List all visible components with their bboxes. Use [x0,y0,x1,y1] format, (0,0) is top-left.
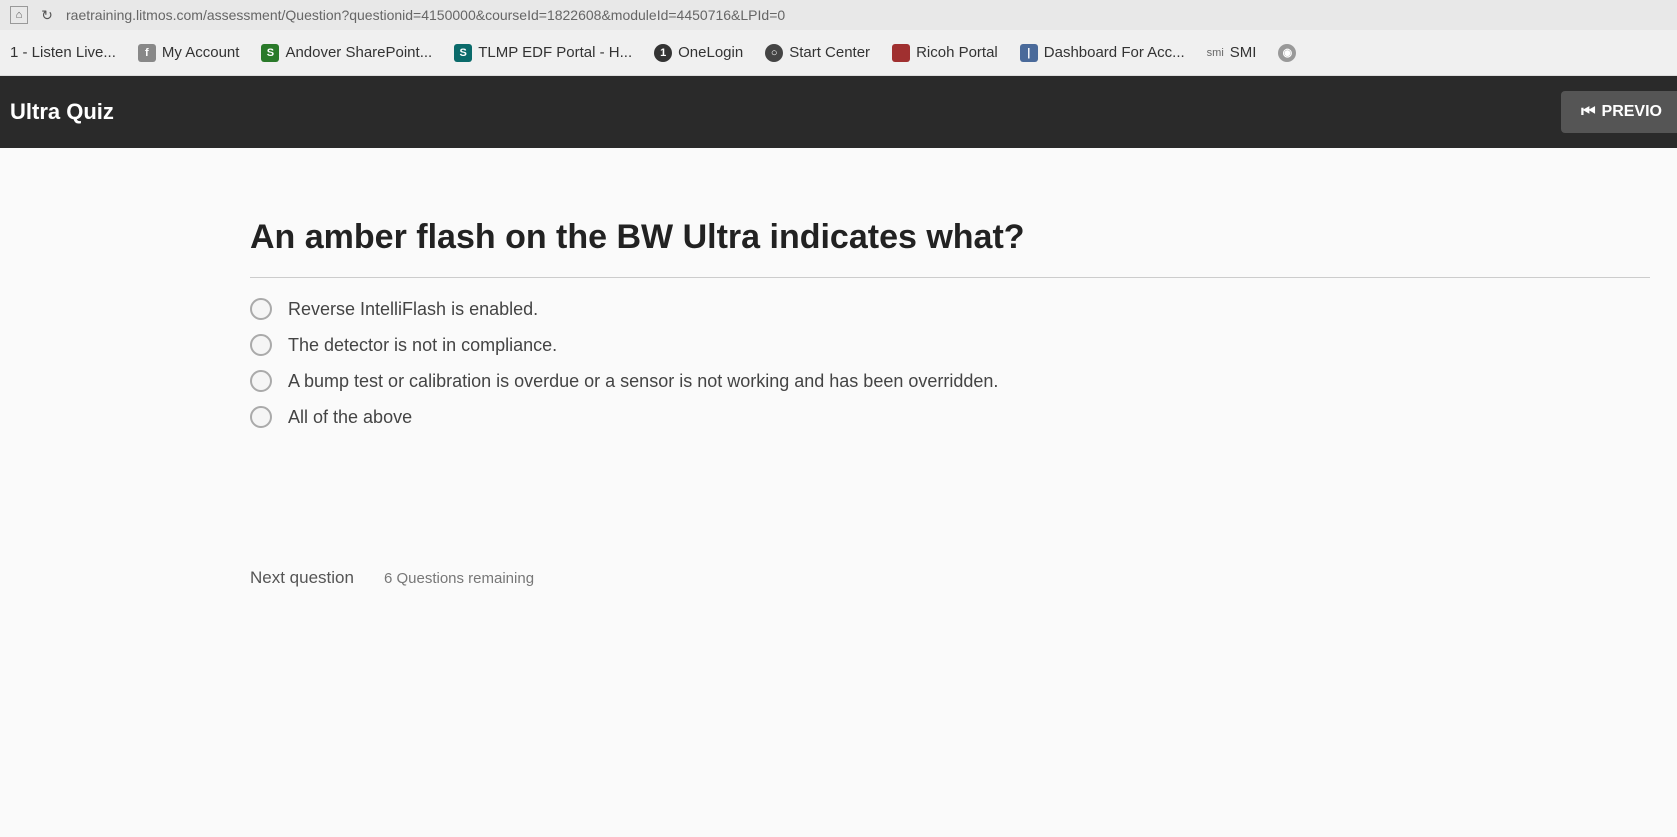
questions-remaining: 6 Questions remaining [384,570,534,587]
sharepoint-icon: S [454,44,472,62]
option-2[interactable]: The detector is not in compliance. [250,334,1677,356]
bookmark-label: SMI [1230,44,1257,61]
onelogin-icon: 1 [654,44,672,62]
url-text[interactable]: raetraining.litmos.com/assessment/Questi… [66,7,785,23]
home-icon[interactable]: ⌂ [10,6,28,24]
option-label: Reverse IntelliFlash is enabled. [288,299,538,320]
bookmark-label: Andover SharePoint... [285,44,432,61]
bookmark-label: My Account [162,44,240,61]
bookmark-andover-sharepoint[interactable]: S Andover SharePoint... [261,44,432,62]
radio-icon[interactable] [250,406,272,428]
bookmark-ricoh-portal[interactable]: Ricoh Portal [892,44,998,62]
bookmark-label: OneLogin [678,44,743,61]
previous-label: PREVIO [1602,103,1662,121]
dashboard-icon: | [1020,44,1038,62]
bookmark-onelogin[interactable]: 1 OneLogin [654,44,743,62]
quiz-content: An amber flash on the BW Ultra indicates… [0,148,1677,837]
bookmark-icon: f [138,44,156,62]
bookmarks-bar: 1 - Listen Live... f My Account S Andove… [0,30,1677,76]
option-1[interactable]: Reverse IntelliFlash is enabled. [250,298,1677,320]
ricoh-icon [892,44,910,62]
bookmark-tlmp-edf[interactable]: S TLMP EDF Portal - H... [454,44,632,62]
sharepoint-icon: S [261,44,279,62]
option-label: The detector is not in compliance. [288,335,557,356]
bookmark-smi[interactable]: smi SMI [1207,44,1257,61]
next-question-button[interactable]: Next question [250,568,354,588]
bookmark-label: Start Center [789,44,870,61]
bookmark-start-center[interactable]: ○ Start Center [765,44,870,62]
option-label: All of the above [288,407,412,428]
option-4[interactable]: All of the above [250,406,1677,428]
bookmark-label: Dashboard For Acc... [1044,44,1185,61]
radio-icon[interactable] [250,334,272,356]
question-text: An amber flash on the BW Ultra indicates… [250,218,1677,257]
rewind-icon: ⏮ [1581,103,1595,121]
divider [250,277,1650,278]
bookmark-label: 1 - Listen Live... [10,44,116,61]
quiz-header: Ultra Quiz ⏮ PREVIO [0,76,1677,148]
url-bar: ⌂ ↻ raetraining.litmos.com/assessment/Qu… [0,0,1677,30]
start-center-icon: ○ [765,44,783,62]
bookmark-my-account[interactable]: f My Account [138,44,240,62]
radio-icon[interactable] [250,370,272,392]
smi-prefix: smi [1207,47,1224,59]
previous-button[interactable]: ⏮ PREVIO [1561,91,1677,133]
globe-icon: ◉ [1278,44,1296,62]
radio-icon[interactable] [250,298,272,320]
reload-icon[interactable]: ↻ [38,6,56,24]
bookmark-label: TLMP EDF Portal - H... [478,44,632,61]
option-3[interactable]: A bump test or calibration is overdue or… [250,370,1677,392]
bookmark-listen-live[interactable]: 1 - Listen Live... [10,44,116,61]
quiz-title: Ultra Quiz [10,99,114,125]
option-label: A bump test or calibration is overdue or… [288,371,998,392]
bookmark-dashboard-acc[interactable]: | Dashboard For Acc... [1020,44,1185,62]
bookmark-label: Ricoh Portal [916,44,998,61]
options-list: Reverse IntelliFlash is enabled. The det… [250,298,1677,428]
bookmark-extra[interactable]: ◉ [1278,44,1296,62]
quiz-footer: Next question 6 Questions remaining [250,568,1677,588]
